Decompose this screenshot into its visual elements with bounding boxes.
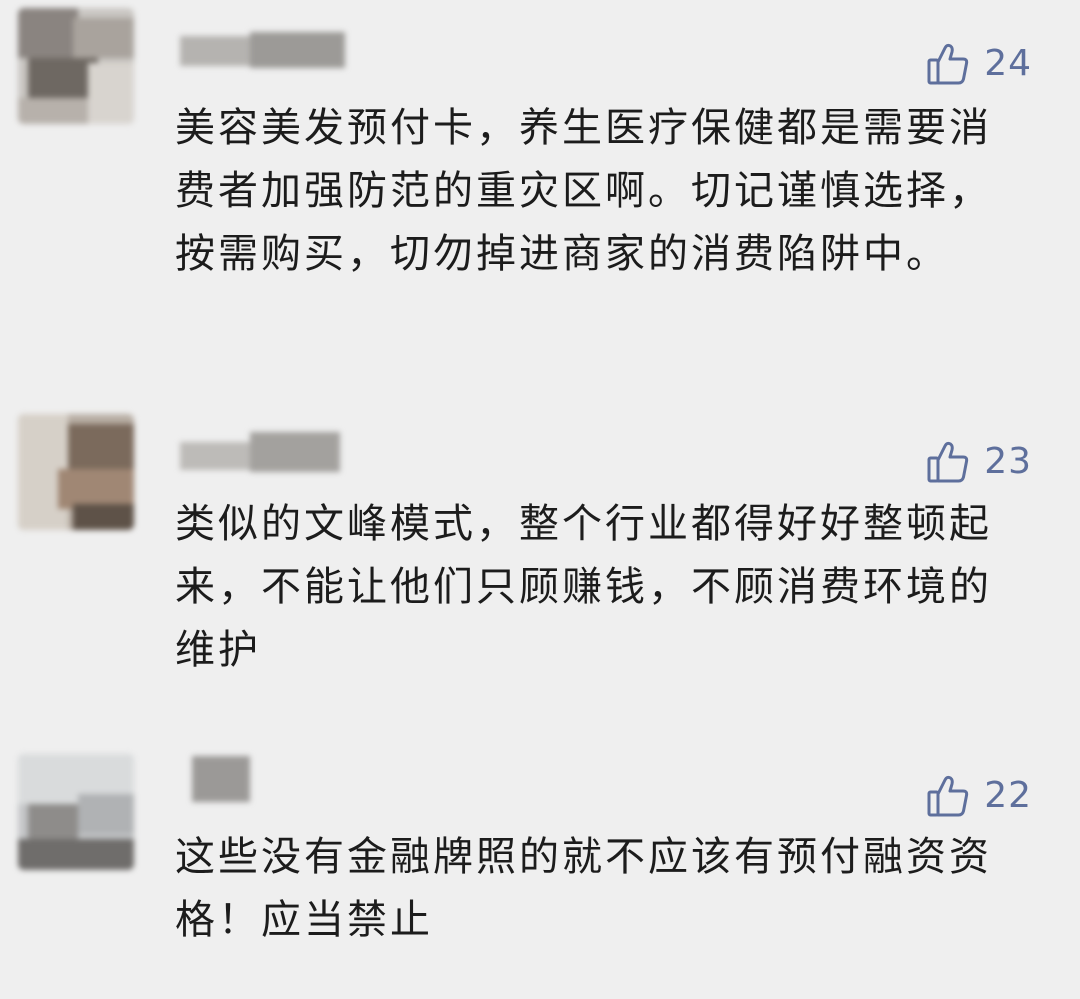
like-count: 23 (984, 441, 1032, 482)
avatar[interactable] (18, 414, 134, 530)
username-blurred[interactable] (180, 430, 345, 478)
comment-text: 美容美发预付卡，养生医疗保健都是需要消费者加强防范的重灾区啊。切记谨慎选择，按需… (175, 105, 992, 277)
comment-item: 24 美容美发预付卡，养生医疗保健都是需要消费者加强防范的重灾区啊。切记谨慎选择… (0, 0, 1080, 380)
username-blurred[interactable] (180, 28, 345, 76)
avatar[interactable] (18, 8, 134, 124)
comment-item: 23 类似的文峰模式，整个行业都得好好整顿起来，不能让他们只顾赚钱，不顾消费环境… (0, 400, 1080, 700)
like-button[interactable]: 22 (926, 774, 1032, 818)
like-count: 22 (984, 775, 1032, 816)
thumbs-up-icon (927, 441, 969, 483)
like-count: 24 (984, 43, 1032, 84)
like-button[interactable]: 24 (926, 42, 1032, 86)
thumbs-up-icon (927, 43, 969, 85)
comment-text: 类似的文峰模式，整个行业都得好好整顿起来，不能让他们只顾赚钱，不顾消费环境的维护 (175, 501, 992, 673)
username-blurred[interactable] (180, 756, 260, 804)
avatar[interactable] (18, 754, 134, 870)
comment-text: 这些没有金融牌照的就不应该有预付融资资格！应当禁止 (175, 834, 992, 943)
comment-item: 22 这些没有金融牌照的就不应该有预付融资资格！应当禁止 (0, 730, 1080, 990)
like-button[interactable]: 23 (926, 440, 1032, 484)
thumbs-up-icon (927, 775, 969, 817)
